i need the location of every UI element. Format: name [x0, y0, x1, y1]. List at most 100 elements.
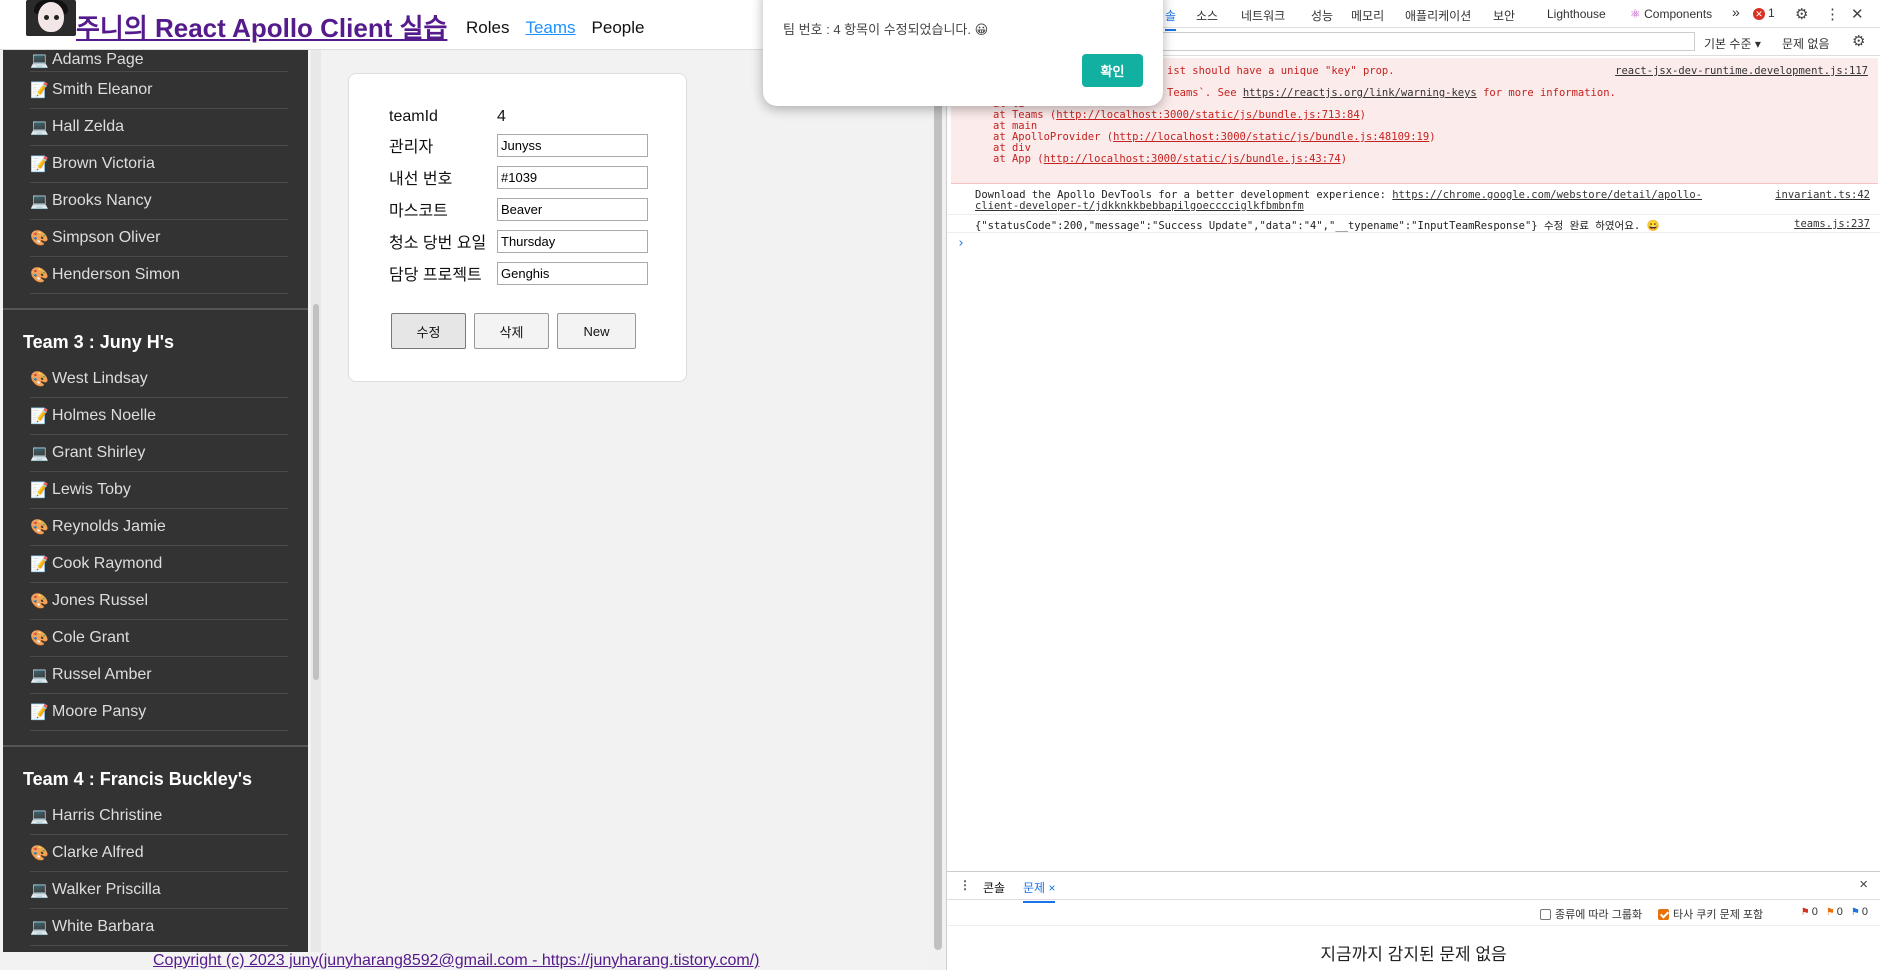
stack-link[interactable]: http://localhost:3000/static/js/bundle.j…	[1113, 131, 1429, 143]
member-name: Brooks Nancy	[52, 192, 152, 209]
member-name: Russel Amber	[52, 666, 152, 683]
tab-application[interactable]: 애플리케이션	[1405, 7, 1471, 24]
nav-roles[interactable]: Roles	[466, 18, 509, 38]
memo-icon: 📝	[30, 156, 49, 173]
sidebar-member-item[interactable]: 💻 Grant Shirley	[30, 435, 288, 472]
sidebar-member-item[interactable]: 🎨 West Lindsay	[30, 361, 288, 398]
tab-network[interactable]: 네트워크	[1241, 7, 1285, 24]
issue-counts[interactable]: ⚑ 0 ⚑ 0 ⚑ 0	[1801, 906, 1868, 918]
tab-lighthouse[interactable]: Lighthouse	[1547, 7, 1606, 21]
error-count-badge[interactable]: ✕ 1	[1753, 6, 1775, 20]
sidebar-member-item[interactable]: 💻 Harris Christine	[30, 798, 288, 835]
manager-input[interactable]	[497, 133, 648, 157]
nav-people[interactable]: People	[592, 18, 645, 38]
mascot-input[interactable]	[497, 197, 648, 221]
more-tabs-icon[interactable]: »	[1732, 4, 1740, 20]
project-row: 담당 프로젝트	[389, 261, 648, 285]
member-name: Cook Raymond	[52, 555, 163, 572]
stack-link[interactable]: http://localhost:3000/static/js/bundle.j…	[1044, 153, 1341, 165]
tab-performance[interactable]: 성능	[1311, 7, 1333, 24]
drawer-menu-icon[interactable]: ⋮	[959, 878, 971, 892]
tab-components[interactable]: ⚛ Components	[1630, 7, 1712, 21]
tab-components-label: Components	[1644, 7, 1713, 21]
info-issues-count: ⚑ 0	[1850, 906, 1868, 918]
footer-copyright-link[interactable]: Copyright (c) 2023 juny(junyharang8592@g…	[153, 952, 759, 970]
warning-keys-link[interactable]: https://reactjs.org/link/warning-keys	[1243, 87, 1477, 99]
delete-button[interactable]: 삭제	[474, 313, 549, 349]
sidebar-member-item[interactable]: 💻 Russel Amber	[30, 657, 288, 694]
member-name: Grant Shirley	[52, 444, 146, 461]
member-name: Brown Victoria	[52, 155, 155, 172]
sidebar-member-item[interactable]: 🎨 Jones Russel	[30, 583, 288, 620]
tab-memory[interactable]: 메모리	[1351, 7, 1384, 24]
sidebar-member-item[interactable]: 🎨 Reynolds Jamie	[30, 509, 288, 546]
error-line: ist should have a unique "key" prop.	[1167, 65, 1395, 77]
team-id-row: teamId 4	[389, 108, 506, 126]
manager-row: 관리자	[389, 133, 648, 157]
palette-icon: 🎨	[30, 593, 49, 610]
tab-sources[interactable]: 소스	[1196, 7, 1218, 24]
form-buttons: 수정 삭제 New	[391, 313, 636, 349]
team-title[interactable]: Team 3 : Juny H's	[3, 310, 308, 361]
sidebar-member-item[interactable]: 🎨 Cole Grant	[30, 620, 288, 657]
edit-button[interactable]: 수정	[391, 313, 466, 349]
close-drawer-icon[interactable]: ×	[1859, 876, 1868, 893]
close-devtools-icon[interactable]: ✕	[1851, 5, 1864, 23]
sidebar-member-item[interactable]: 🎨 Simpson Oliver	[30, 220, 288, 257]
sidebar-member-item[interactable]: 📝 Lewis Toby	[30, 472, 288, 509]
sidebar-member-item[interactable]: 📝 Moore Pansy	[30, 694, 288, 731]
sidebar-member-item[interactable]: 📝 Brown Victoria	[30, 146, 288, 183]
alert-ok-button[interactable]: 확인	[1082, 54, 1143, 87]
apollo-source-link[interactable]: invariant.ts:42	[1775, 189, 1870, 201]
sidebar-scrollbar[interactable]	[311, 50, 321, 952]
sidebar-member-item[interactable]: 🎨 Clarke Alfred	[30, 835, 288, 872]
alert-message: 팀 번호 : 4 항목이 수정되었습니다. 😀	[783, 22, 989, 37]
app-title-link[interactable]: 주니의 React Apollo Client 실습	[76, 8, 447, 45]
sidebar-member-item[interactable]: 💻 Hall Zelda	[30, 109, 288, 146]
third-party-cookie-checkbox[interactable]: 타사 쿠키 문제 포함	[1658, 906, 1763, 922]
laptop-icon: 💻	[30, 667, 49, 684]
apollo-devtools-link[interactable]: https://chrome.google.com/webstore/detai…	[1392, 189, 1702, 201]
error-icon: ✕	[1753, 8, 1765, 20]
console-prompt[interactable]: ›	[957, 236, 965, 251]
console-settings-icon[interactable]: ⚙	[1852, 32, 1865, 50]
sidebar-member-item[interactable]: 💻 White Barbara	[30, 909, 288, 946]
office-input[interactable]	[497, 165, 648, 189]
stack-line: at App (http://localhost:3000/static/js/…	[993, 153, 1348, 165]
team-title[interactable]: Team 4 : Francis Buckley's	[3, 747, 308, 798]
sidebar-member-item[interactable]: 🎨 Henderson Simon	[30, 257, 288, 294]
page-scrollbar[interactable]	[930, 0, 946, 970]
error-line: Teams`. See https://reactjs.org/link/war…	[1167, 87, 1616, 99]
project-input[interactable]	[497, 261, 648, 285]
close-tab-icon[interactable]: ×	[1048, 881, 1055, 895]
third-party-cookie-label: 타사 쿠키 문제 포함	[1673, 909, 1764, 921]
log-source-link[interactable]: teams.js:237	[1794, 218, 1870, 230]
error-source-link[interactable]: react-jsx-dev-runtime.development.js:117	[1615, 65, 1868, 77]
member-name: Lewis Toby	[52, 481, 131, 498]
member-name: West Lindsay	[52, 370, 148, 387]
sidebar-member-item[interactable]: 💻 Brooks Nancy	[30, 183, 288, 220]
project-label: 담당 프로젝트	[389, 267, 482, 284]
sidebar-member-item[interactable]: 💻 Walker Priscilla	[30, 872, 288, 909]
apollo-devtools-link-cont[interactable]: client-developer-t/jdkknkkbebbapilgoeccc…	[975, 200, 1304, 212]
settings-gear-icon[interactable]: ⚙	[1795, 5, 1808, 23]
cleaning-day-input[interactable]	[497, 229, 648, 253]
kebab-menu-icon[interactable]: ⋮	[1825, 5, 1840, 23]
tab-security[interactable]: 보안	[1493, 7, 1515, 24]
drawer-tab-console[interactable]: 콘솔	[983, 879, 1005, 896]
console-output: ist should have a unique "key" prop. rea…	[947, 56, 1880, 871]
log-level-dropdown[interactable]: 기본 수준 ▾	[1704, 35, 1761, 52]
sidebar-member-item[interactable]: 📝 Cook Raymond	[30, 546, 288, 583]
nav-teams[interactable]: Teams	[525, 18, 575, 38]
sidebar-member-item[interactable]: 📝 Smith Eleanor	[30, 72, 288, 109]
stack-link[interactable]: http://localhost:3000/static/js/bundle.j…	[1056, 109, 1359, 121]
sidebar-member-item[interactable]: 💻 Adams Page	[30, 50, 288, 72]
sidebar-member-item[interactable]: 📝 Holmes Noelle	[30, 398, 288, 435]
error-count: 1	[1768, 6, 1775, 20]
new-button[interactable]: New	[557, 313, 636, 349]
group-by-kind-checkbox[interactable]: 종류에 따라 그룹화	[1540, 906, 1642, 922]
member-name: Hall Zelda	[52, 118, 125, 135]
member-name: Simpson Oliver	[52, 229, 161, 246]
issues-indicator[interactable]: 문제 없음	[1782, 35, 1830, 52]
main-nav: Roles Teams People	[466, 18, 644, 38]
